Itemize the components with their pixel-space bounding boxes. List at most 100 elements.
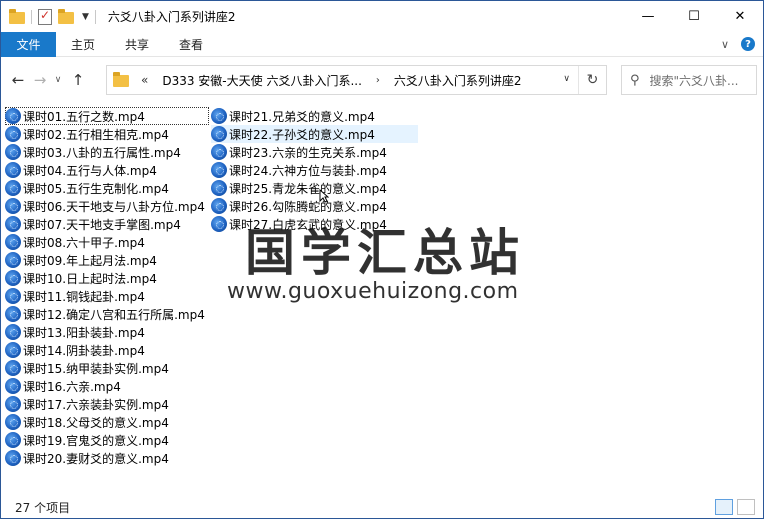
file-item[interactable]: 课时22.子孙爻的意义.mp4 bbox=[211, 125, 418, 143]
toolbar-divider bbox=[94, 9, 96, 24]
customize-toolbar-icon[interactable]: ▼ bbox=[82, 12, 89, 22]
breadcrumb-separator-icon[interactable]: › bbox=[376, 75, 380, 86]
video-file-icon bbox=[211, 198, 227, 214]
file-item[interactable]: 课时05.五行生克制化.mp4 bbox=[5, 179, 209, 197]
video-file-icon bbox=[5, 432, 21, 448]
file-name: 课时14.阴卦装卦.mp4 bbox=[23, 343, 145, 358]
file-name: 课时13.阳卦装卦.mp4 bbox=[23, 325, 145, 340]
file-name: 课时11.铜钱起卦.mp4 bbox=[23, 289, 145, 304]
video-file-icon bbox=[5, 450, 21, 466]
file-item[interactable]: 课时07.天干地支手掌图.mp4 bbox=[5, 215, 209, 233]
maximize-button[interactable]: ☐ bbox=[671, 1, 717, 31]
video-file-icon bbox=[5, 396, 21, 412]
address-bar[interactable]: « D333 安徽-大天使 六爻八卦入门系... › 六爻八卦入门系列讲座2 ∨… bbox=[106, 65, 607, 95]
refresh-icon[interactable]: ↻ bbox=[578, 66, 606, 94]
file-name: 课时16.六亲.mp4 bbox=[23, 379, 121, 394]
file-name: 课时03.八卦的五行属性.mp4 bbox=[23, 145, 181, 160]
file-item[interactable]: 课时10.日上起时法.mp4 bbox=[5, 269, 209, 287]
video-file-icon bbox=[5, 198, 21, 214]
explorer-window: ▼ 六爻八卦入门系列讲座2 — ☐ ✕ 文件 主页 共享 查看 ∨ ? ← → … bbox=[0, 0, 764, 519]
tab-file[interactable]: 文件 bbox=[1, 31, 56, 57]
details-view-icon[interactable] bbox=[715, 499, 733, 515]
expand-ribbon-icon[interactable]: ∨ bbox=[721, 38, 729, 51]
file-name: 课时19.官鬼爻的意义.mp4 bbox=[23, 433, 169, 448]
file-item[interactable]: 课时03.八卦的五行属性.mp4 bbox=[5, 143, 209, 161]
view-toggle bbox=[711, 499, 755, 515]
close-button[interactable]: ✕ bbox=[717, 1, 763, 31]
video-file-icon bbox=[211, 126, 227, 142]
file-name: 课时07.天干地支手掌图.mp4 bbox=[23, 217, 181, 232]
video-file-icon bbox=[5, 306, 21, 322]
breadcrumb-overflow[interactable]: « bbox=[141, 73, 148, 87]
file-name: 课时06.天干地支与八卦方位.mp4 bbox=[23, 199, 205, 214]
watermark-title: 国学汇总站 bbox=[245, 224, 525, 282]
help-icon[interactable]: ? bbox=[741, 37, 755, 51]
file-item[interactable]: 课时23.六亲的生克关系.mp4 bbox=[211, 143, 418, 161]
ribbon-controls: ∨ ? bbox=[721, 37, 755, 51]
file-item[interactable]: 课时15.纳甲装卦实例.mp4 bbox=[5, 359, 209, 377]
file-name: 课时05.五行生克制化.mp4 bbox=[23, 181, 169, 196]
mouse-cursor-icon bbox=[319, 189, 329, 203]
back-arrow-icon[interactable]: ← bbox=[7, 71, 29, 89]
file-item[interactable]: 课时01.五行之数.mp4 bbox=[5, 107, 209, 125]
ribbon-tabs: 文件 主页 共享 查看 ∨ ? bbox=[1, 31, 763, 57]
new-folder-icon[interactable] bbox=[58, 8, 74, 25]
quick-access-toolbar: ▼ bbox=[1, 8, 102, 25]
address-history-icon[interactable]: ∨ bbox=[563, 74, 570, 84]
file-name: 课时10.日上起时法.mp4 bbox=[23, 271, 157, 286]
file-item[interactable]: 课时19.官鬼爻的意义.mp4 bbox=[5, 431, 209, 449]
tab-view[interactable]: 查看 bbox=[164, 32, 218, 57]
large-icons-view-icon[interactable] bbox=[737, 499, 755, 515]
file-item[interactable]: 课时12.确定八宫和五行所属.mp4 bbox=[5, 305, 209, 323]
file-name: 课时21.兄弟爻的意义.mp4 bbox=[229, 109, 375, 124]
file-item[interactable]: 课时06.天干地支与八卦方位.mp4 bbox=[5, 197, 209, 215]
file-name: 课时09.年上起月法.mp4 bbox=[23, 253, 157, 268]
breadcrumb-current[interactable]: 六爻八卦入门系列讲座2 bbox=[394, 72, 522, 89]
video-file-icon bbox=[5, 144, 21, 160]
file-item[interactable]: 课时14.阴卦装卦.mp4 bbox=[5, 341, 209, 359]
file-name: 课时24.六神方位与装卦.mp4 bbox=[229, 163, 387, 178]
file-item[interactable]: 课时09.年上起月法.mp4 bbox=[5, 251, 209, 269]
file-item[interactable]: 课时20.妻财爻的意义.mp4 bbox=[5, 449, 209, 467]
up-arrow-icon[interactable]: ↑ bbox=[67, 71, 89, 89]
window-title: 六爻八卦入门系列讲座2 bbox=[107, 10, 236, 24]
file-item[interactable]: 课时04.五行与人体.mp4 bbox=[5, 161, 209, 179]
forward-arrow-icon[interactable]: → bbox=[29, 71, 51, 89]
file-name: 课时04.五行与人体.mp4 bbox=[23, 163, 157, 178]
navigation-bar: ← → ∨ ↑ « D333 安徽-大天使 六爻八卦入门系... › 六爻八卦入… bbox=[1, 58, 763, 102]
search-box[interactable]: ⚲ 搜索"六爻八卦... bbox=[621, 65, 757, 95]
minimize-button[interactable]: — bbox=[625, 1, 671, 31]
properties-icon[interactable] bbox=[38, 8, 52, 25]
file-item[interactable]: 课时24.六神方位与装卦.mp4 bbox=[211, 161, 418, 179]
file-item[interactable]: 课时25.青龙朱雀的意义.mp4 bbox=[211, 179, 418, 197]
video-file-icon bbox=[211, 180, 227, 196]
item-count: 27 个项目 bbox=[15, 500, 71, 515]
file-item[interactable]: 课时17.六亲装卦实例.mp4 bbox=[5, 395, 209, 413]
file-item[interactable]: 课时08.六十甲子.mp4 bbox=[5, 233, 209, 251]
search-input[interactable]: 搜索"六爻八卦... bbox=[650, 72, 739, 89]
file-item[interactable]: 课时16.六亲.mp4 bbox=[5, 377, 209, 395]
breadcrumb-parent[interactable]: D333 安徽-大天使 六爻八卦入门系... bbox=[162, 72, 362, 89]
file-item[interactable]: 课时21.兄弟爻的意义.mp4 bbox=[211, 107, 418, 125]
video-file-icon bbox=[211, 108, 227, 124]
file-name: 课时20.妻财爻的意义.mp4 bbox=[23, 451, 169, 466]
tab-share[interactable]: 共享 bbox=[110, 32, 164, 57]
toolbar-divider bbox=[31, 9, 32, 24]
status-bar: 27 个项目 bbox=[1, 496, 763, 518]
video-file-icon bbox=[5, 162, 21, 178]
file-name: 课时26.勾陈腾蛇的意义.mp4 bbox=[229, 199, 387, 214]
file-item[interactable]: 课时13.阳卦装卦.mp4 bbox=[5, 323, 209, 341]
file-item[interactable]: 课时18.父母爻的意义.mp4 bbox=[5, 413, 209, 431]
video-file-icon bbox=[211, 216, 227, 232]
title-bar: ▼ 六爻八卦入门系列讲座2 — ☐ ✕ bbox=[1, 1, 763, 32]
video-file-icon bbox=[5, 378, 21, 394]
recent-locations-icon[interactable]: ∨ bbox=[51, 75, 65, 85]
tab-home[interactable]: 主页 bbox=[56, 32, 110, 57]
video-file-icon bbox=[5, 414, 21, 430]
file-item[interactable]: 课时11.铜钱起卦.mp4 bbox=[5, 287, 209, 305]
file-item[interactable]: 课时02.五行相生相克.mp4 bbox=[5, 125, 209, 143]
folder-icon bbox=[113, 72, 129, 88]
video-file-icon bbox=[5, 234, 21, 250]
video-file-icon bbox=[5, 180, 21, 196]
file-name: 课时25.青龙朱雀的意义.mp4 bbox=[229, 181, 387, 196]
